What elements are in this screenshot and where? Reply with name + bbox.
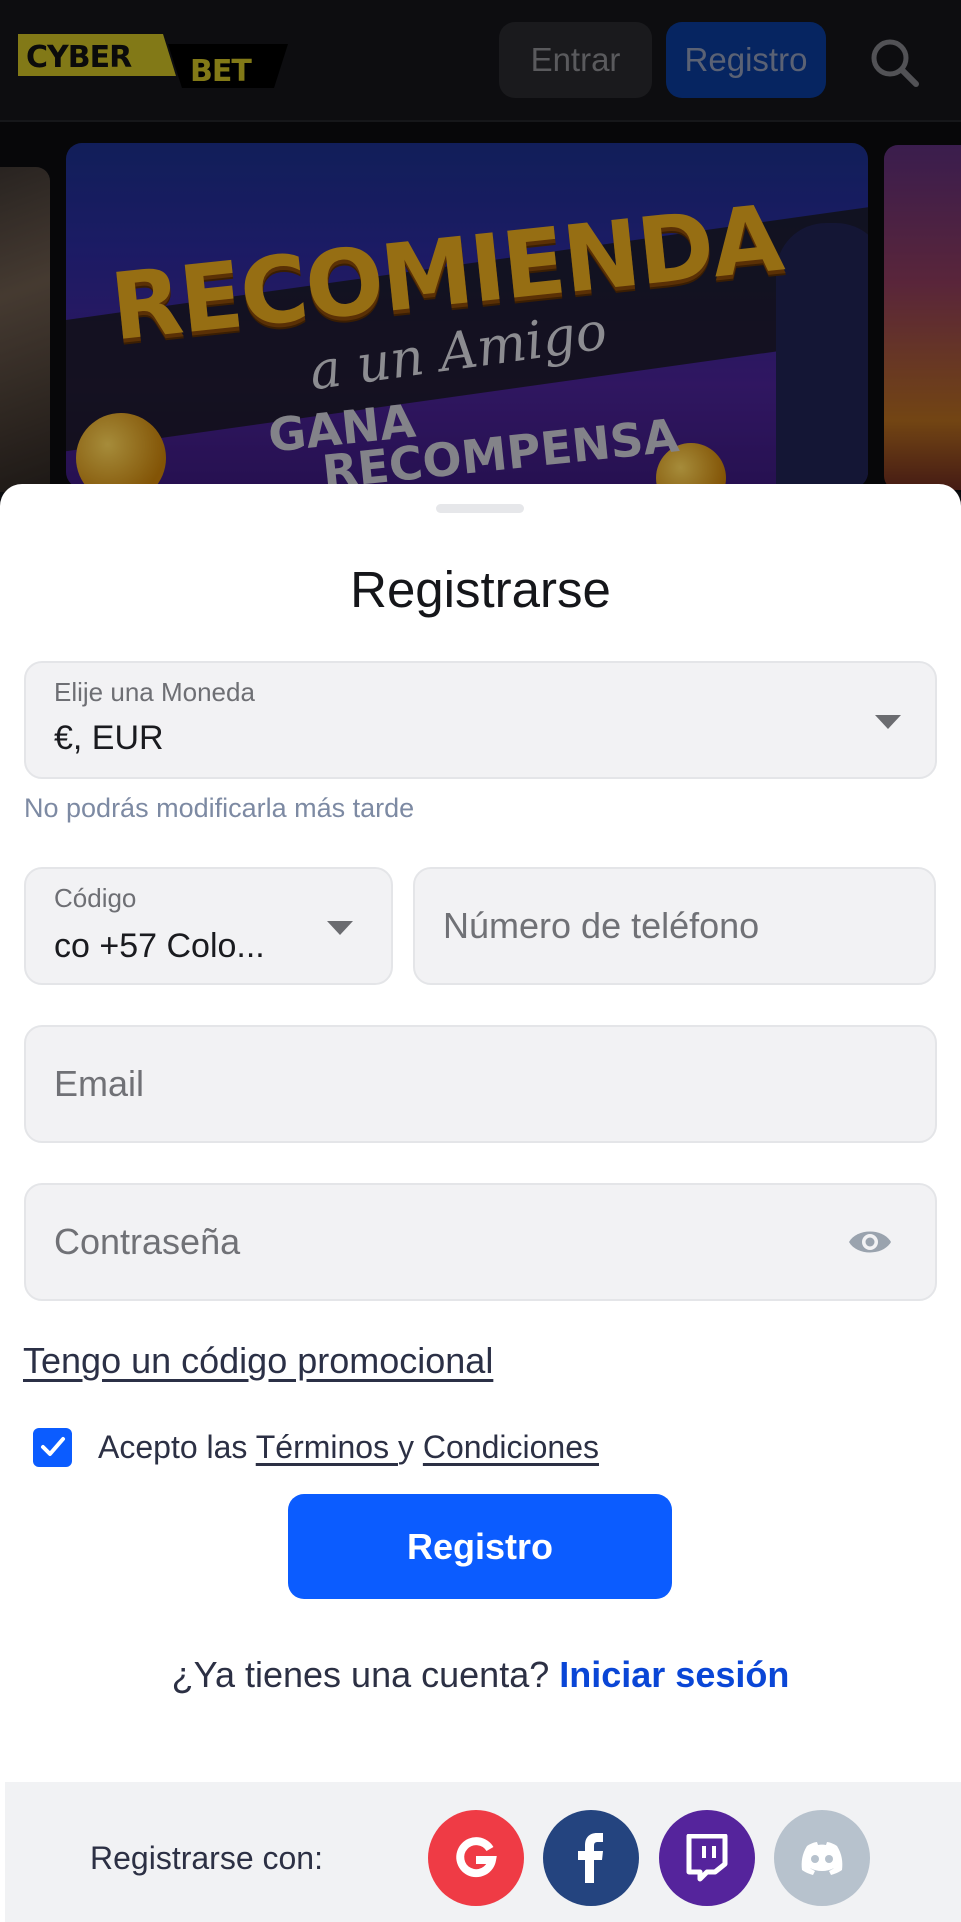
sheet-drag-handle[interactable] <box>436 504 524 513</box>
google-login-button[interactable] <box>428 1810 524 1906</box>
logo-text-cyber: CYBER <box>26 40 132 75</box>
register-submit-button[interactable]: Registro <box>288 1494 672 1599</box>
terms-checkbox[interactable] <box>33 1427 72 1467</box>
promo-code-link[interactable]: Tengo un código promocional <box>23 1340 493 1382</box>
terms-text: Acepto las Términos y Condiciones <box>98 1429 599 1466</box>
sheet-title: Registrarse <box>350 561 611 618</box>
email-input[interactable]: Email <box>24 1025 937 1143</box>
terms-prefix: Acepto las <box>98 1428 256 1465</box>
logo-text-bet: BET <box>190 54 252 88</box>
carousel-slide-previous[interactable] <box>0 167 50 492</box>
facebook-icon <box>578 1833 603 1883</box>
carousel-slide-next[interactable] <box>884 145 961 490</box>
currency-helper-text: No podrás modificarla más tarde <box>24 793 415 823</box>
facebook-login-button[interactable] <box>543 1810 639 1906</box>
currency-label: Elije una Moneda <box>54 677 255 707</box>
discord-login-button[interactable] <box>774 1810 870 1906</box>
code-value: co +57 Colo... <box>54 927 265 965</box>
email-placeholder: Email <box>54 1063 145 1104</box>
register-sheet: Registrarse Elije una Moneda €, EUR No p… <box>0 484 961 1922</box>
social-register-bar: Registrarse con: <box>5 1782 961 1922</box>
top-header: CYBER BET Entrar Registro <box>0 0 961 122</box>
currency-select[interactable]: Elije una Moneda €, EUR <box>24 661 937 779</box>
conditions-link[interactable]: Condiciones <box>423 1429 599 1465</box>
login-link[interactable]: Iniciar sesión <box>559 1654 789 1695</box>
phone-placeholder: Número de teléfono <box>443 905 760 946</box>
discord-icon <box>801 1842 843 1875</box>
login-prompt: ¿Ya tienes una cuenta? Iniciar sesión <box>0 1654 961 1696</box>
terms-row: Acepto las Términos y Condiciones <box>33 1426 599 1468</box>
checkmark-icon <box>40 1437 65 1456</box>
search-icon[interactable] <box>866 34 922 90</box>
terms-link[interactable]: Términos <box>256 1429 398 1465</box>
code-label: Código <box>54 883 137 913</box>
phone-code-select[interactable]: Código co +57 Colo... <box>24 867 393 985</box>
register-header-button[interactable]: Registro <box>666 22 826 98</box>
currency-value: €, EUR <box>54 719 164 757</box>
promo-carousel[interactable]: RECOMIENDA a un Amigo GANA RECOMPENSA <box>0 122 961 492</box>
chevron-down-icon <box>875 715 901 729</box>
cyberbet-logo[interactable]: CYBER BET <box>18 34 288 88</box>
password-input[interactable]: Contraseña <box>24 1183 937 1301</box>
eye-icon[interactable] <box>847 1225 893 1259</box>
chevron-down-icon <box>327 921 353 935</box>
login-button[interactable]: Entrar <box>499 22 652 98</box>
carousel-slide-refer-friend[interactable]: RECOMIENDA a un Amigo GANA RECOMPENSA <box>66 143 868 488</box>
terms-middle: y <box>397 1428 423 1465</box>
phone-number-input[interactable]: Número de teléfono <box>413 867 936 985</box>
twitch-login-button[interactable] <box>659 1810 755 1906</box>
twitch-icon <box>686 1834 728 1882</box>
social-label: Registrarse con: <box>90 1840 323 1876</box>
banner-person <box>776 223 868 488</box>
google-icon <box>456 1837 497 1878</box>
password-placeholder: Contraseña <box>54 1221 241 1262</box>
login-prompt-text: ¿Ya tienes una cuenta? <box>171 1654 560 1695</box>
